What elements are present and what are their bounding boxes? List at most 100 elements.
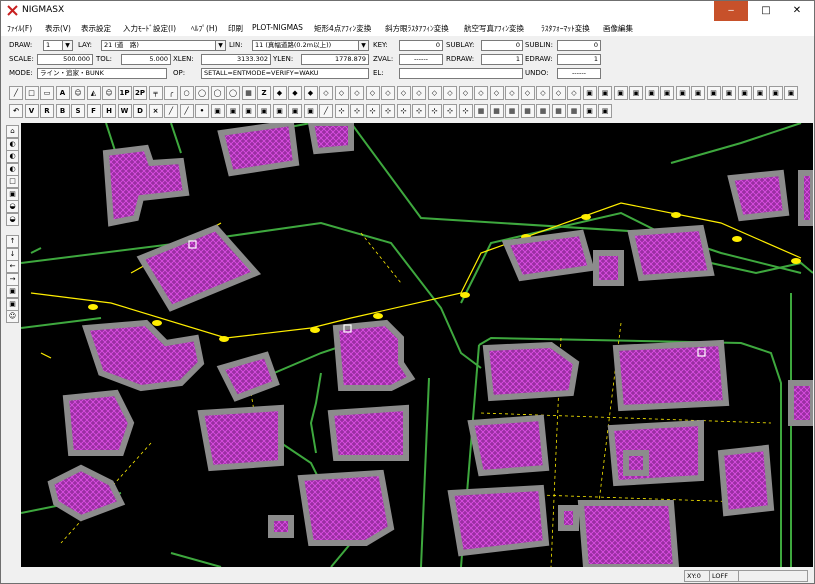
secondary-tool-button-icon[interactable]: ↶ bbox=[9, 104, 23, 118]
secondary-tool-button-icon[interactable]: ▣ bbox=[582, 104, 597, 118]
secondary-tool-button-icon[interactable]: ⊹ bbox=[458, 104, 473, 118]
primary-tool-button-icon[interactable]: ▣ bbox=[629, 86, 643, 100]
primary-tool-button-icon[interactable]: ◇ bbox=[396, 86, 411, 100]
sublin-field[interactable]: 0 bbox=[557, 40, 601, 51]
secondary-tool-button-icon[interactable]: H bbox=[102, 104, 116, 118]
primary-tool-button-icon[interactable]: ◇ bbox=[319, 86, 333, 100]
edraw-field[interactable]: 1 bbox=[557, 54, 601, 65]
secondary-tool-button-icon[interactable]: ▣ bbox=[272, 104, 287, 118]
primary-tool-button-icon[interactable]: ▣ bbox=[753, 86, 767, 100]
menu-aerial-affine[interactable]: 航空写真ｱﾌｨﾝ変換 bbox=[464, 23, 524, 34]
palette-tool-icon[interactable]: ↑ bbox=[6, 235, 19, 248]
chevron-down-icon[interactable]: ▼ bbox=[215, 41, 225, 50]
palette-tool-icon[interactable]: ☺ bbox=[6, 310, 19, 323]
secondary-tool-button-icon[interactable]: • bbox=[195, 104, 209, 118]
secondary-tool-button-icon[interactable]: ▦ bbox=[536, 104, 550, 118]
palette-tool-icon[interactable]: ⌂ bbox=[6, 125, 19, 138]
palette-tool-icon[interactable]: ◐ bbox=[6, 162, 19, 176]
secondary-tool-button-icon[interactable]: ⊹ bbox=[412, 104, 426, 118]
menu-raster-affine[interactable]: 斜方眼ﾗｽﾀｱﾌｨﾝ変換 bbox=[385, 23, 449, 34]
primary-tool-button-icon[interactable]: ◇ bbox=[489, 86, 504, 100]
secondary-tool-button-icon[interactable]: ▦ bbox=[474, 104, 488, 118]
primary-tool-button-icon[interactable]: ◇ bbox=[458, 86, 473, 100]
secondary-tool-button-icon[interactable]: ⊹ bbox=[443, 104, 457, 118]
primary-tool-button-icon[interactable]: ◇ bbox=[536, 86, 550, 100]
secondary-tool-button-icon[interactable]: ▣ bbox=[257, 104, 271, 118]
primary-tool-button-icon[interactable]: ◇ bbox=[567, 86, 581, 100]
primary-tool-button-icon[interactable]: ◇ bbox=[381, 86, 395, 100]
primary-tool-button-icon[interactable]: ▦ bbox=[241, 86, 256, 100]
palette-tool-icon[interactable]: ↓ bbox=[6, 247, 19, 261]
primary-tool-button-icon[interactable]: ◇ bbox=[474, 86, 488, 100]
primary-tool-button-icon[interactable]: ◇ bbox=[365, 86, 380, 100]
secondary-tool-button-icon[interactable]: S bbox=[71, 104, 85, 118]
secondary-tool-button-icon[interactable]: × bbox=[148, 104, 163, 118]
primary-tool-button-icon[interactable]: ▣ bbox=[784, 86, 798, 100]
primary-tool-button-icon[interactable]: ▣ bbox=[691, 86, 705, 100]
primary-tool-button-icon[interactable]: Z bbox=[257, 86, 271, 100]
primary-tool-button-icon[interactable]: ╭ bbox=[164, 86, 178, 100]
primary-tool-button-icon[interactable]: ◆ bbox=[288, 86, 302, 100]
chevron-down-icon[interactable]: ▼ bbox=[62, 41, 72, 50]
zval-field[interactable]: ------ bbox=[399, 54, 443, 65]
secondary-tool-button-icon[interactable]: ⊹ bbox=[396, 104, 411, 118]
chevron-down-icon[interactable]: ▼ bbox=[358, 41, 368, 50]
secondary-tool-button-icon[interactable]: ⊹ bbox=[350, 104, 364, 118]
menu-raster-format[interactable]: ﾗｽﾀﾌｫｰﾏｯﾄ変換 bbox=[541, 23, 590, 34]
primary-tool-button-icon[interactable]: ◭ bbox=[86, 86, 101, 100]
primary-tool-button-icon[interactable]: □ bbox=[24, 86, 39, 100]
secondary-tool-button-icon[interactable]: ╱ bbox=[179, 104, 194, 118]
palette-tool-icon[interactable]: ▣ bbox=[6, 297, 19, 311]
secondary-tool-button-icon[interactable]: ▣ bbox=[303, 104, 318, 118]
secondary-tool-button-icon[interactable]: B bbox=[55, 104, 70, 118]
close-button[interactable]: ✕ bbox=[780, 1, 814, 21]
xlen-field[interactable]: 3133.302 bbox=[201, 54, 271, 65]
palette-tool-icon[interactable]: → bbox=[6, 272, 19, 286]
primary-tool-button-icon[interactable]: ▣ bbox=[582, 86, 597, 100]
map-canvas[interactable] bbox=[21, 123, 813, 567]
lin-select[interactable]: 11 (真幅道路(0.2m以上)) ▼ bbox=[252, 40, 369, 51]
primary-tool-button-icon[interactable]: ▣ bbox=[660, 86, 674, 100]
secondary-tool-button-icon[interactable]: ▦ bbox=[551, 104, 566, 118]
secondary-tool-button-icon[interactable]: ⊹ bbox=[427, 104, 442, 118]
secondary-tool-button-icon[interactable]: D bbox=[133, 104, 147, 118]
primary-tool-button-icon[interactable]: ╤ bbox=[148, 86, 163, 100]
secondary-tool-button-icon[interactable]: ⊹ bbox=[365, 104, 380, 118]
palette-tool-icon[interactable]: □ bbox=[6, 175, 19, 188]
key-field[interactable]: 0 bbox=[399, 40, 443, 51]
menu-display-settings[interactable]: 表示設定 bbox=[81, 23, 111, 34]
palette-tool-icon[interactable]: ▣ bbox=[6, 187, 19, 201]
ylen-field[interactable]: 1778.879 bbox=[301, 54, 369, 65]
secondary-tool-button-icon[interactable]: V bbox=[24, 104, 39, 118]
primary-tool-button-icon[interactable]: ▣ bbox=[675, 86, 690, 100]
palette-tool-icon[interactable]: ← bbox=[6, 260, 19, 273]
menu-plot-nigmas[interactable]: PLOT-NIGMAS bbox=[252, 23, 303, 32]
secondary-tool-button-icon[interactable]: ▣ bbox=[226, 104, 240, 118]
secondary-tool-button-icon[interactable]: F bbox=[86, 104, 101, 118]
maximize-button[interactable]: □ bbox=[749, 1, 783, 21]
primary-tool-button-icon[interactable]: ▣ bbox=[706, 86, 721, 100]
secondary-tool-button-icon[interactable]: ▣ bbox=[288, 104, 302, 118]
tol-field[interactable]: 5.000 bbox=[121, 54, 171, 65]
primary-tool-button-icon[interactable]: ◇ bbox=[505, 86, 519, 100]
menu-image-edit[interactable]: 画像編集 bbox=[603, 23, 633, 34]
sublay-field[interactable]: 0 bbox=[481, 40, 523, 51]
secondary-tool-button-icon[interactable]: ▦ bbox=[567, 104, 581, 118]
secondary-tool-button-icon[interactable]: R bbox=[40, 104, 54, 118]
primary-tool-button-icon[interactable]: ▣ bbox=[722, 86, 736, 100]
palette-tool-icon[interactable]: ◐ bbox=[6, 137, 19, 151]
menu-file[interactable]: ﾌｧｲﾙ(F) bbox=[7, 23, 32, 34]
scale-field[interactable]: 500.000 bbox=[37, 54, 93, 65]
primary-tool-button-icon[interactable]: ◯ bbox=[195, 86, 209, 100]
primary-tool-button-icon[interactable]: ◇ bbox=[520, 86, 535, 100]
primary-tool-button-icon[interactable]: A bbox=[55, 86, 70, 100]
secondary-tool-button-icon[interactable]: ▣ bbox=[598, 104, 612, 118]
secondary-tool-button-icon[interactable]: W bbox=[117, 104, 132, 118]
secondary-tool-button-icon[interactable]: ⊹ bbox=[381, 104, 395, 118]
primary-tool-button-icon[interactable]: ☺ bbox=[71, 86, 85, 100]
menu-help[interactable]: ﾍﾙﾌﾟ(H) bbox=[191, 23, 218, 34]
primary-tool-button-icon[interactable]: ◇ bbox=[334, 86, 349, 100]
undo-field[interactable]: ------ bbox=[557, 68, 601, 79]
lay-select[interactable]: 21 (道 路) ▼ bbox=[101, 40, 226, 51]
secondary-tool-button-icon[interactable]: ╱ bbox=[164, 104, 178, 118]
